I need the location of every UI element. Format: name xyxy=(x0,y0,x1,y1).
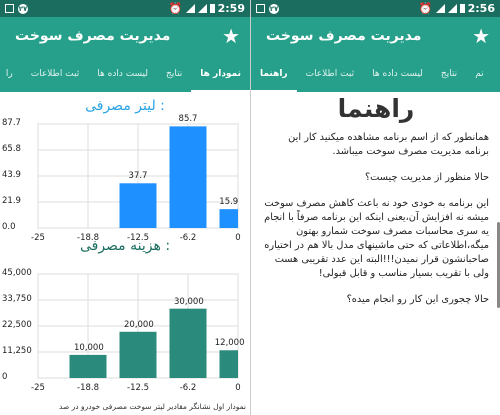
phone-screen-charts: ٢٧ ⏰ 2:59 مدیریت مصرف سوخت ★ نمودار ها نت… xyxy=(0,0,250,415)
tab-right-1[interactable]: ثبت اطلاعات xyxy=(297,55,364,92)
star-icon[interactable]: ★ xyxy=(222,24,240,48)
phone-screen-guide: ٢٧ ⏰ 2:56 مدیریت مصرف سوخت ★ راهنما ثبت ا… xyxy=(250,0,500,415)
bar xyxy=(169,308,207,378)
y-tick-label: 65.8 xyxy=(2,144,21,154)
app-title: مدیریت مصرف سوخت xyxy=(266,28,422,44)
bar xyxy=(119,183,157,228)
bar xyxy=(69,354,107,378)
tab-left-1[interactable]: نتایج xyxy=(157,55,191,92)
y-tick-label: 22,500 xyxy=(2,320,32,330)
signal-icon-2 xyxy=(447,4,457,13)
star-icon[interactable]: ★ xyxy=(472,24,490,48)
guide-heading: راهنما xyxy=(337,94,415,123)
x-tick-label: -25 xyxy=(31,383,45,393)
guide-paragraph-4: حالا چجوری این کار رو انجام میده؟ xyxy=(346,294,489,305)
data-label: 85.7 xyxy=(178,114,198,125)
bar xyxy=(219,350,238,378)
app-title: مدیریت مصرف سوخت xyxy=(15,28,171,44)
y-tick-label: 33,750 xyxy=(2,294,32,304)
tab-bar: راهنما ثبت اطلاعات لیست داده ها نتایج نم xyxy=(251,55,500,92)
signal-icon xyxy=(435,4,445,13)
guide-paragraph-1: همانطور که از اسم برنامه مشاهده میکنید ک… xyxy=(288,132,489,157)
data-label: 12,000 xyxy=(214,338,245,349)
alarm-icon: ⏰ xyxy=(418,2,433,15)
data-label: 20,000 xyxy=(124,319,154,330)
clock: 2:59 xyxy=(217,2,245,15)
tab-left-2[interactable]: لیست داده ها xyxy=(88,55,157,92)
signal-icon-2 xyxy=(197,4,207,13)
status-bar: ٢٧ ⏰ 2:56 xyxy=(251,0,500,17)
x-tick-label: -12.5 xyxy=(127,383,149,393)
chart-liters xyxy=(37,123,239,229)
data-label: 10,000 xyxy=(74,342,104,353)
data-label: 30,000 xyxy=(174,296,204,307)
guide-panel: راهنما همانطور که از اسم برنامه مشاهده م… xyxy=(251,92,500,415)
x-tick-label: -6.2 xyxy=(179,383,197,393)
app-bar: مدیریت مصرف سوخت ★ xyxy=(251,17,500,55)
y-tick-label: 21.9 xyxy=(2,196,21,206)
guide-paragraph-3: این برنامه به خودی خود نه باعث کاهش مصرف… xyxy=(264,198,489,279)
y-tick-label: 0 xyxy=(2,372,8,382)
battery-icon xyxy=(459,4,465,13)
gallery-icon xyxy=(256,4,265,13)
tab-left-4[interactable]: را xyxy=(0,55,22,92)
tab-left-0[interactable]: نمودار ها xyxy=(191,55,250,92)
tab-right-0[interactable]: راهنما xyxy=(251,55,297,92)
data-label: 37.7 xyxy=(128,171,148,182)
signal-icon xyxy=(185,4,195,13)
bar xyxy=(219,209,238,228)
tab-right-4[interactable]: نم xyxy=(466,55,493,92)
app-bar: مدیریت مصرف سوخت ★ xyxy=(0,17,250,55)
guide-paragraph-2: حالا منظور از مدیریت چیست؟ xyxy=(364,172,489,183)
chart-footnote: نمودار اول نشانگر مقادیر لیتر سوخت مصرفی… xyxy=(58,402,246,411)
gallery-icon xyxy=(5,4,14,13)
guide-text: راهنما همانطور که از اسم برنامه مشاهده م… xyxy=(263,92,489,319)
tab-left-3[interactable]: ثبت اطلاعات xyxy=(22,55,89,92)
y-tick-label: 11,250 xyxy=(2,346,32,356)
tab-right-2[interactable]: لیست داده ها xyxy=(363,55,432,92)
data-label: 15.9 xyxy=(219,197,239,208)
clock: 2:56 xyxy=(467,2,495,15)
status-bar: ٢٧ ⏰ 2:59 xyxy=(0,0,250,17)
chart-cost xyxy=(37,273,239,379)
tab-right-3[interactable]: نتایج xyxy=(432,55,466,92)
x-tick-label: -18.8 xyxy=(77,383,99,393)
notification-badge: ٢٧ xyxy=(269,3,279,14)
y-tick-label: 0.0 xyxy=(2,222,16,232)
x-tick-label: 0 xyxy=(235,383,241,393)
bar xyxy=(169,126,207,228)
y-tick-label: 45,000 xyxy=(2,268,32,278)
y-tick-label: 43.9 xyxy=(2,170,21,180)
y-tick-label: 87.7 xyxy=(2,118,21,128)
notification-badge: ٢٧ xyxy=(18,3,28,14)
alarm-icon: ⏰ xyxy=(168,2,183,15)
battery-icon xyxy=(209,4,215,13)
tab-bar: نمودار ها نتایج لیست داده ها ثبت اطلاعات را xyxy=(0,55,250,92)
bar xyxy=(119,331,157,378)
charts-panel: لیتر مصرفی : 87.7 65.8 43.9 21.9 0.0 -25 -18.8… xyxy=(0,92,250,415)
